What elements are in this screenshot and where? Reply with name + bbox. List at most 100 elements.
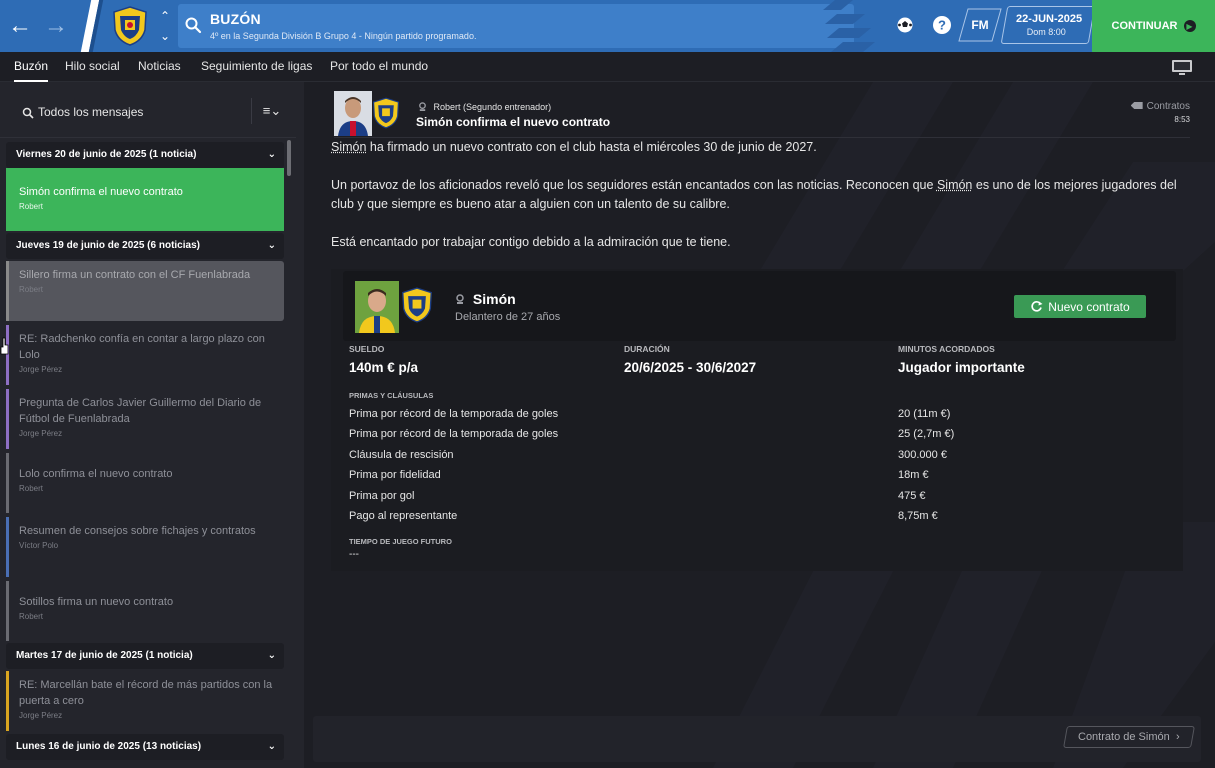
player-role: Delantero de 27 años [455,311,561,323]
sender-name[interactable]: Robert [434,102,461,112]
back-arrow-icon[interactable]: ← [6,10,34,42]
bonus-row: Prima por fidelidad 18m € [349,466,1169,486]
list-item[interactable]: RE: Marcellán bate el récord de más part… [6,671,284,731]
monitor-icon[interactable] [1170,57,1194,77]
hand-cursor-icon [0,337,9,355]
header-slash-divider [80,0,104,52]
player-link[interactable]: Simón [937,178,972,192]
message-sender: Jorge Pérez [19,429,63,438]
tab-noticias[interactable]: Noticias [138,52,181,82]
bonus-row: Prima por gol 475 € [349,487,1169,507]
tab-seguimiento-ligas[interactable]: Seguimiento de ligas [201,52,312,82]
page-subtitle: 4º en la Segunda División B Grupo 4 - Ni… [210,31,477,41]
message-sender: Jorge Pérez [19,365,63,374]
chevron-down-icon[interactable]: ⌄ [268,142,276,168]
list-item[interactable]: RE: Radchenko confía en contar a largo p… [6,325,284,385]
message-header: Robert (Segundo entrenador) Simón confir… [334,90,1190,138]
player-name-row: Simón [455,291,516,307]
game-date-main: 22-JUN-2025 [1016,13,1083,25]
player-name[interactable]: Simón [473,291,516,307]
list-item[interactable]: Sotillos firma un nuevo contrato Robert [6,581,284,641]
player-avatar[interactable] [355,281,399,333]
message-title: RE: Marcellán bate el récord de más part… [19,679,273,707]
page-title: BUZÓN [210,11,261,27]
message-filter-dropdown[interactable]: Todos los mensajes [38,105,143,119]
bonus-row: Cláusula de rescisión 300.000 € [349,446,1169,466]
bonus-name: Prima por récord de la temporada de gole… [349,428,559,440]
chevron-down-icon[interactable]: ⌄ [268,734,276,760]
footer-button-label: Contrato de Simón [1078,731,1171,743]
top-bar: ← → ⌃ ⌄ BUZÓN 4º en la Segunda División … [0,0,1215,52]
tab-bar: Buzón Hilo social Noticias Seguimiento d… [0,52,1215,82]
search-icon[interactable] [184,16,202,34]
list-item[interactable]: Lolo confirma el nuevo contrato Robert [6,453,284,513]
sender-avatar[interactable] [334,91,372,136]
chevron-down-icon[interactable]: ⌄ [160,29,170,43]
title-search-box[interactable]: BUZÓN 4º en la Segunda División B Grupo … [178,4,854,48]
paragraph-text: ha firmado un nuevo contrato con el club… [366,140,817,154]
tag-icon [1130,102,1143,109]
category-label: Contratos [1146,101,1190,112]
continue-label: CONTINUAR [1111,20,1178,32]
duration-label: DURACIÓN [624,344,670,354]
message-title: Sillero firma un contrato con el CF Fuen… [19,269,251,281]
game-date-time: Dom 8:00 [1027,27,1067,37]
player-link[interactable]: Simón [331,140,366,154]
bonus-name: Prima por gol [349,490,415,502]
duration-value: 20/6/2025 - 30/6/2027 [624,360,757,375]
tab-buzon[interactable]: Buzón [14,52,49,82]
game-date[interactable]: 22-JUN-2025 Dom 8:00 [1000,6,1096,44]
message-from: Robert (Segundo entrenador) [418,102,551,112]
person-icon [456,294,464,304]
club-crest-icon [402,287,432,323]
message-title: Simón confirma el nuevo contrato [19,186,183,198]
player-contract-button[interactable]: Contrato de Simón › [1063,726,1195,748]
new-contract-badge: Nuevo contrato [1014,295,1146,318]
tab-hilo-social[interactable]: Hilo social [65,52,120,82]
inbox-panel: Todos los mensajes ≡⌄ Viernes 20 de juni… [0,82,304,768]
group-header-lunes[interactable]: Lunes 16 de junio de 2025 (13 noticias) … [6,734,284,760]
bonus-row: Pago al representante 8,75m € [349,507,1169,527]
chevron-down-icon[interactable]: ⌄ [268,643,276,669]
message-paragraph: Está encantado por trabajar contigo debi… [331,235,731,249]
message-sender: Robert [19,202,44,211]
club-crest-icon[interactable] [112,6,148,46]
list-item[interactable]: Sillero firma un contrato con el CF Fuen… [6,261,284,321]
sender-role: (Segundo entrenador) [463,102,552,112]
chevron-up-icon[interactable]: ⌃ [160,9,170,23]
bonus-name: Cláusula de rescisión [349,449,454,461]
message-sender: Robert [19,285,44,294]
message-paragraph: Un portavoz de los aficionados reveló qu… [331,176,1181,214]
salary-label: SUELDO [349,344,385,354]
tab-por-todo-el-mundo[interactable]: Por todo el mundo [330,52,428,82]
continue-button[interactable]: CONTINUAR ▶ [1092,0,1215,52]
footer-bar: Contrato de Simón › [313,716,1201,762]
list-item[interactable]: Resumen de consejos sobre fichajes y con… [6,517,284,577]
header-decoration [823,0,875,52]
group-header-label: Martes 17 de junio de 2025 (1 noticia) [16,650,193,661]
message-title: Lolo confirma el nuevo contrato [19,468,173,480]
fm-menu-button[interactable]: FM [958,8,1002,42]
group-header-viernes[interactable]: Viernes 20 de junio de 2025 (1 noticia) … [6,142,284,168]
list-item[interactable]: Pregunta de Carlos Javier Guillermo del … [6,389,284,449]
refresh-icon [1031,301,1043,312]
future-playtime-value: --- [349,549,359,560]
message-sender: Víctor Polo [19,541,59,550]
inbox-scrollbar[interactable] [287,140,291,176]
message-sender: Jorge Pérez [19,711,63,720]
help-icon[interactable]: ? [931,14,953,36]
group-header-jueves[interactable]: Jueves 19 de junio de 2025 (6 noticias) … [6,233,284,259]
forward-arrow-icon[interactable]: → [42,10,70,42]
svg-text:?: ? [938,18,946,33]
chevron-down-icon[interactable]: ⌄ [268,233,276,259]
football-icon[interactable] [894,14,916,36]
filter-search-icon[interactable] [22,107,34,119]
group-header-martes[interactable]: Martes 17 de junio de 2025 (1 noticia) ⌄ [6,643,284,669]
bonus-value: 8,75m € [898,510,938,522]
sort-menu-icon[interactable]: ≡⌄ [260,102,284,120]
message-title: RE: Radchenko confía en contar a largo p… [19,333,265,361]
list-item[interactable]: Simón confirma el nuevo contrato Robert [6,168,284,231]
club-switcher[interactable]: ⌃ ⌄ [156,9,174,43]
bonus-name: Prima por récord de la temporada de gole… [349,408,559,420]
play-arrow-icon: ▶ [1183,20,1196,32]
